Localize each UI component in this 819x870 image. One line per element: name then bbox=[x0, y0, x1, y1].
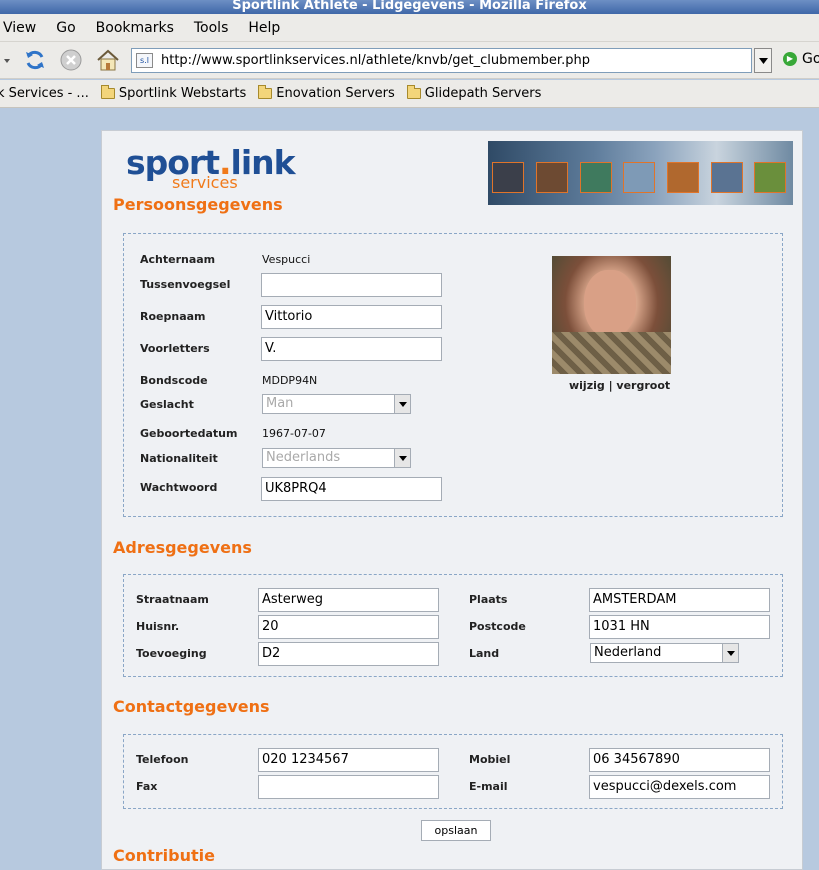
url-text: http://www.sportlinkservices.nl/athlete/… bbox=[161, 53, 590, 68]
postcode-label: Postcode bbox=[469, 620, 526, 633]
folder-icon bbox=[258, 85, 273, 99]
menu-view[interactable]: View bbox=[3, 20, 36, 36]
straatnaam-input[interactable]: Asterweg bbox=[258, 588, 439, 612]
achternaam-label: Achternaam bbox=[140, 253, 216, 266]
bookmarks-toolbar: k Services - ... Sportlink Webstarts Eno… bbox=[0, 80, 819, 108]
geslacht-label: Geslacht bbox=[140, 398, 194, 411]
plaats-input[interactable]: AMSTERDAM bbox=[589, 588, 770, 612]
mobiel-label: Mobiel bbox=[469, 753, 511, 766]
toevoeging-label: Toevoeging bbox=[136, 647, 207, 660]
page-content: sport.link services Persoonsgegevens Ach… bbox=[101, 130, 803, 870]
section-title-contributie: Contributie bbox=[113, 846, 215, 865]
huisnr-input[interactable]: 20 bbox=[258, 615, 439, 639]
bookmark-folder-sportlink-webstarts[interactable]: Sportlink Webstarts bbox=[100, 85, 246, 101]
menu-tools[interactable]: Tools bbox=[194, 20, 229, 36]
email-input[interactable]: vespucci@dexels.com bbox=[589, 775, 770, 799]
chevron-down-icon bbox=[394, 395, 410, 413]
go-button[interactable]: ▶ Go bbox=[783, 51, 819, 67]
voorletters-label: Voorletters bbox=[140, 342, 210, 355]
stop-icon[interactable] bbox=[58, 47, 84, 73]
bookmark-sportlink-services[interactable]: k Services - ... bbox=[0, 86, 89, 101]
huisnr-label: Huisnr. bbox=[136, 620, 180, 633]
folder-icon bbox=[100, 85, 115, 99]
tussenvoegsel-label: Tussenvoegsel bbox=[140, 278, 231, 291]
wachtwoord-input[interactable]: UK8PRQ4 bbox=[261, 477, 442, 501]
navigation-toolbar: s.l http://www.sportlinkservices.nl/athl… bbox=[0, 42, 819, 79]
roepnaam-input[interactable]: Vittorio bbox=[261, 305, 442, 329]
bondscode-label: Bondscode bbox=[140, 374, 208, 387]
menu-bar: View Go Bookmarks Tools Help bbox=[0, 14, 819, 42]
sportlink-logo[interactable]: sport.link services bbox=[126, 145, 296, 193]
telefoon-label: Telefoon bbox=[136, 753, 189, 766]
bookmark-folder-glidepath-servers[interactable]: Glidepath Servers bbox=[406, 85, 541, 101]
geboortedatum-label: Geboortedatum bbox=[140, 427, 238, 440]
sports-banner-image bbox=[488, 141, 793, 205]
fieldset-persoonsgegevens bbox=[123, 233, 783, 517]
menu-go[interactable]: Go bbox=[56, 20, 75, 36]
back-dropdown-icon[interactable] bbox=[0, 47, 20, 73]
toevoeging-input[interactable]: D2 bbox=[258, 642, 439, 666]
reload-icon[interactable] bbox=[22, 47, 48, 73]
wachtwoord-label: Wachtwoord bbox=[140, 481, 218, 494]
voorletters-input[interactable]: V. bbox=[261, 337, 442, 361]
email-label: E-mail bbox=[469, 780, 508, 793]
window-title: Sportlink Athlete - Lidgegevens - Mozill… bbox=[0, 0, 819, 14]
fax-input[interactable] bbox=[258, 775, 439, 799]
section-title-adresgegevens: Adresgegevens bbox=[113, 538, 252, 557]
geboortedatum-value: 1967-07-07 bbox=[262, 427, 326, 440]
straatnaam-label: Straatnaam bbox=[136, 593, 209, 606]
bondscode-value: MDDP94N bbox=[262, 374, 318, 387]
folder-icon bbox=[406, 85, 421, 99]
home-icon[interactable] bbox=[95, 47, 121, 73]
tussenvoegsel-input[interactable] bbox=[261, 273, 442, 297]
menu-help[interactable]: Help bbox=[248, 20, 280, 36]
section-title-contactgegevens: Contactgegevens bbox=[113, 697, 270, 716]
mobiel-input[interactable]: 06 34567890 bbox=[589, 748, 770, 772]
section-title-persoonsgegevens: Persoonsgegevens bbox=[113, 195, 283, 214]
plaats-label: Plaats bbox=[469, 593, 508, 606]
geslacht-select[interactable]: Man bbox=[262, 394, 411, 414]
bookmark-folder-enovation-servers[interactable]: Enovation Servers bbox=[258, 85, 395, 101]
achternaam-value: Vespucci bbox=[262, 253, 311, 266]
site-favicon-icon: s.l bbox=[136, 53, 153, 68]
photo-edit-link[interactable]: wijzig | vergroot bbox=[569, 379, 670, 392]
nationaliteit-label: Nationaliteit bbox=[140, 452, 218, 465]
menu-bookmarks[interactable]: Bookmarks bbox=[96, 20, 174, 36]
roepnaam-label: Roepnaam bbox=[140, 310, 206, 323]
chevron-down-icon bbox=[722, 644, 738, 662]
nationaliteit-select[interactable]: Nederlands bbox=[262, 448, 411, 468]
url-field[interactable]: s.l http://www.sportlinkservices.nl/athl… bbox=[131, 48, 752, 73]
telefoon-input[interactable]: 020 1234567 bbox=[258, 748, 439, 772]
member-photo[interactable] bbox=[552, 256, 671, 374]
fax-label: Fax bbox=[136, 780, 158, 793]
url-history-dropdown[interactable] bbox=[754, 48, 772, 73]
land-label: Land bbox=[469, 647, 500, 660]
chevron-down-icon bbox=[394, 449, 410, 467]
save-button[interactable]: opslaan bbox=[421, 820, 491, 841]
postcode-input[interactable]: 1031 HN bbox=[589, 615, 770, 639]
land-select[interactable]: Nederland bbox=[590, 643, 739, 663]
go-arrow-icon: ▶ bbox=[783, 52, 797, 66]
